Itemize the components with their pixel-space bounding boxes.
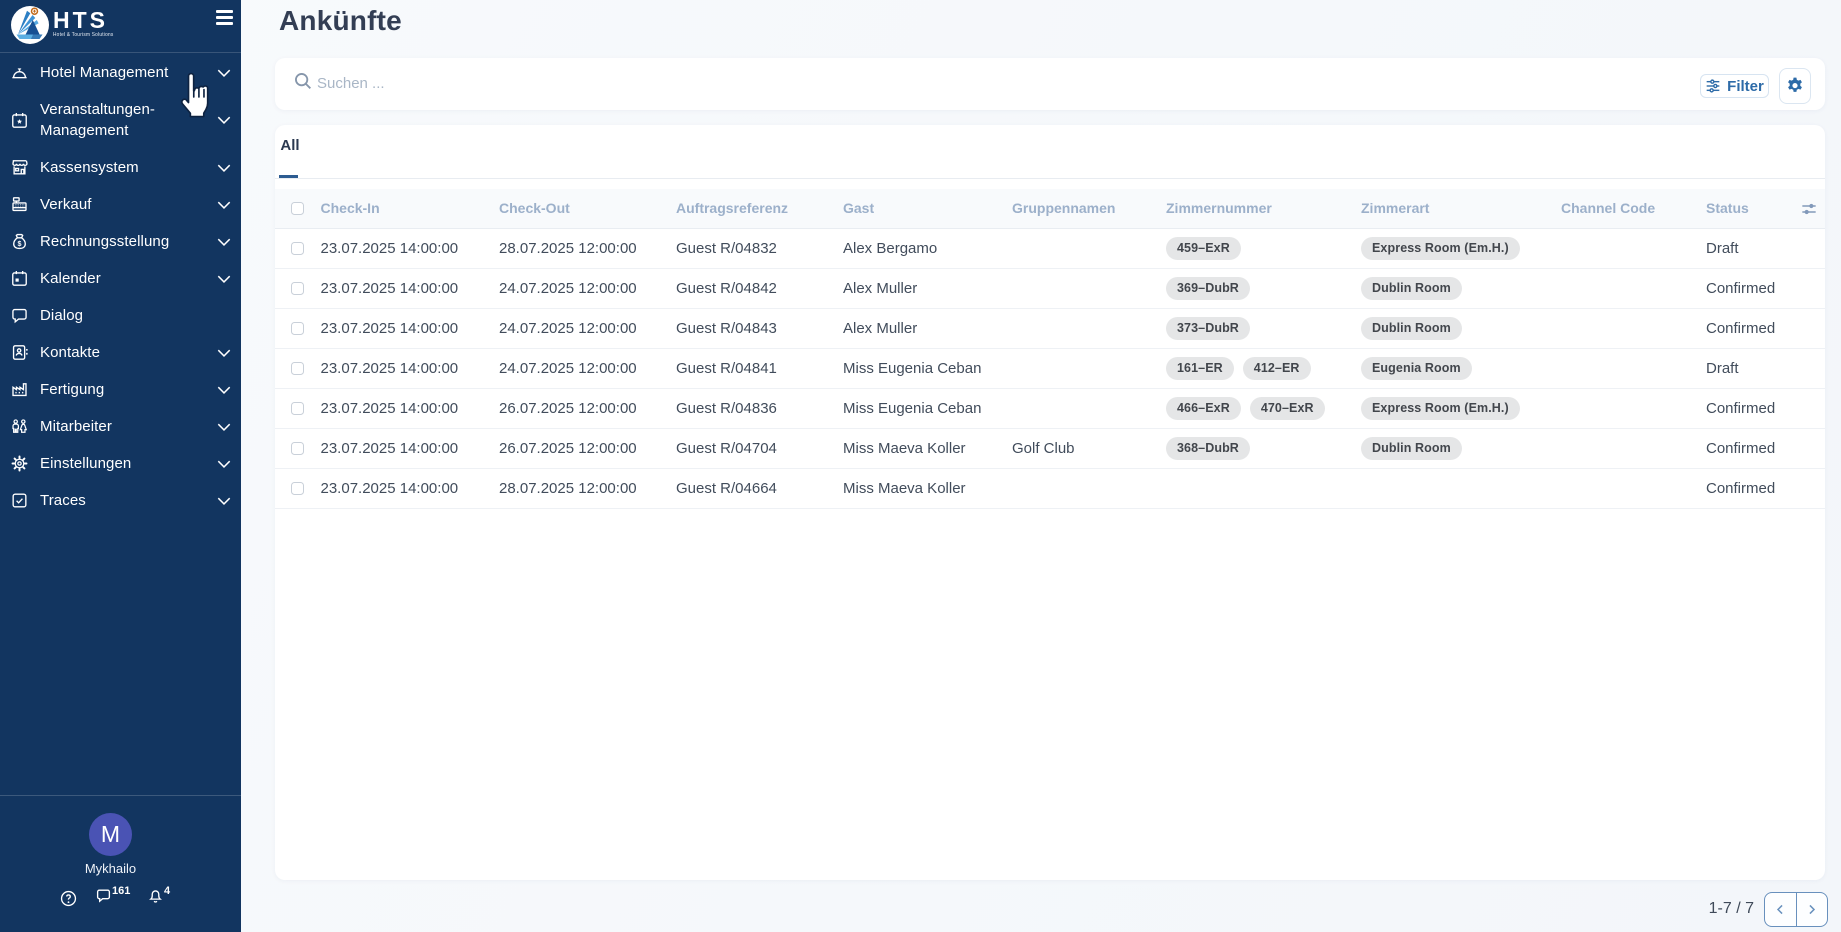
- svg-text:$: $: [18, 240, 22, 248]
